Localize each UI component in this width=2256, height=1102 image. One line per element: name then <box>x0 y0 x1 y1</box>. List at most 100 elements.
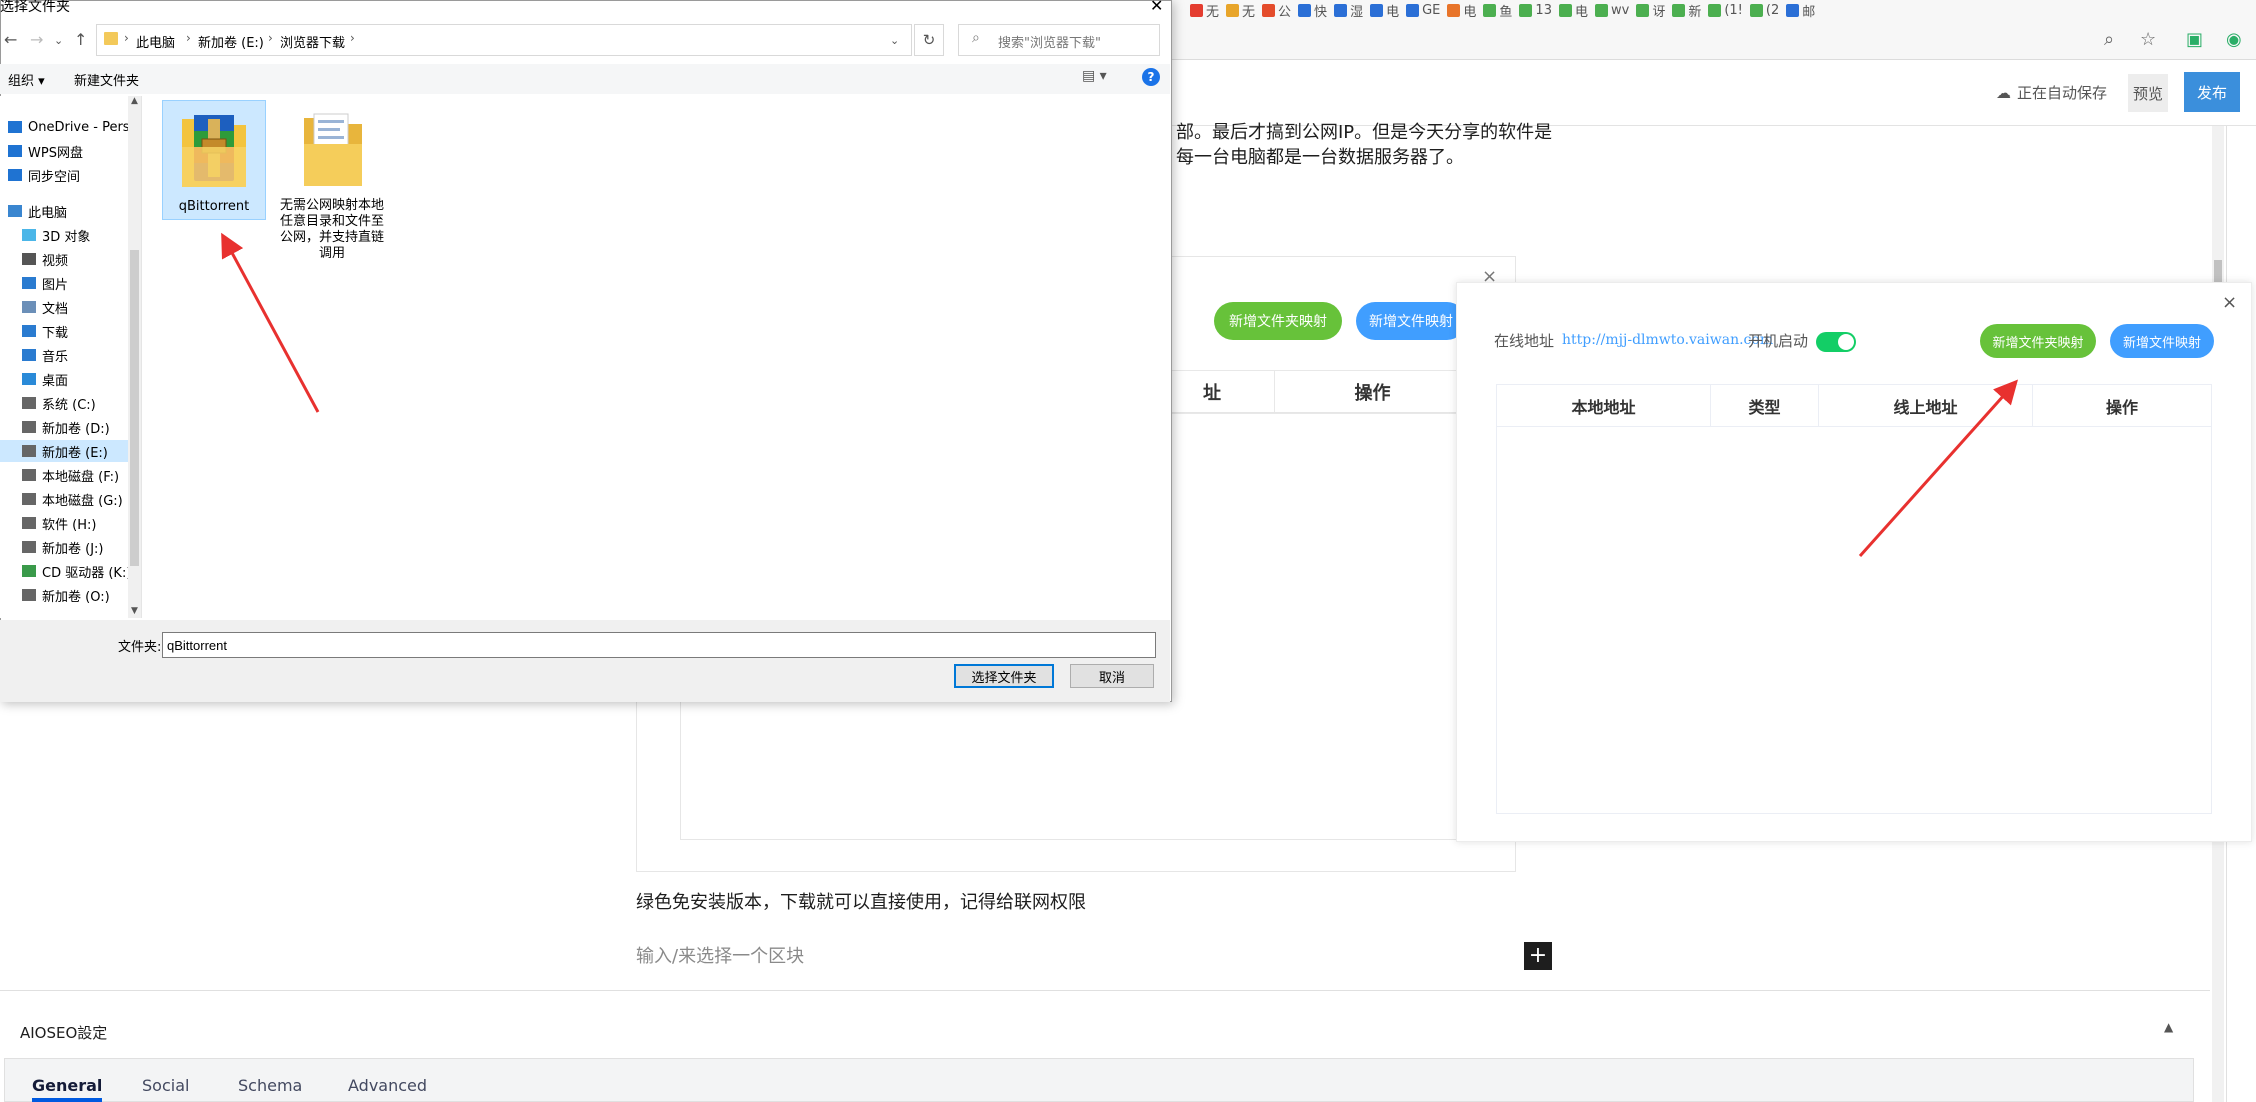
aioseo-title[interactable]: AIOSEO設定 <box>20 1022 107 1043</box>
nav-item-label: 图片 <box>42 277 69 293</box>
add-block-button[interactable]: + <box>1524 942 1552 970</box>
bookmark-item[interactable]: (1! <box>1708 3 1743 18</box>
video-icon <box>22 253 36 265</box>
nav-item[interactable]: 此电脑 <box>8 200 128 222</box>
nav-item-label: 同步空间 <box>28 169 81 185</box>
nav-item[interactable]: 本地磁盘 (G:) <box>22 488 142 510</box>
paragraph-line[interactable]: 每一台电脑都是一台数据服务器了。 <box>1176 143 1464 169</box>
nav-item-label: 下载 <box>42 325 69 341</box>
nav-item-label: 视频 <box>42 253 69 269</box>
nav-item[interactable]: 视频 <box>22 248 142 270</box>
cloud-icon: ☁ <box>1996 83 2011 102</box>
bookmark-favicon-icon <box>1786 3 1800 17</box>
select-folder-button[interactable]: 选择文件夹 <box>954 664 1054 688</box>
bookmark-item[interactable]: 无 <box>1226 1 1255 20</box>
organize-menu[interactable]: 组织 ▾ <box>8 70 45 89</box>
nav-item[interactable]: OneDrive - Perso <box>8 116 128 138</box>
paragraph[interactable]: 绿色免安装版本，下载就可以直接使用，记得给联网权限 <box>636 888 1086 914</box>
publish-button[interactable]: 发布 <box>2184 72 2240 112</box>
bookmark-item[interactable]: wv <box>1594 3 1629 18</box>
nav-item[interactable]: 3D 对象 <box>22 224 142 246</box>
bookmark-item[interactable]: 电 <box>1447 1 1476 20</box>
chevron-right-icon[interactable]: › <box>186 31 191 45</box>
nav-item[interactable]: 本地磁盘 (F:) <box>22 464 142 486</box>
nav-item[interactable]: WPS网盘 <box>8 140 128 162</box>
extension-icon[interactable]: ◉ <box>2226 30 2242 50</box>
bookmark-item[interactable]: 鱼 <box>1483 1 1512 20</box>
help-icon[interactable]: ? <box>1142 68 1160 86</box>
autostart-toggle[interactable] <box>1816 332 1856 352</box>
nav-item[interactable]: CD 驱动器 (K:) l <box>22 560 142 582</box>
close-icon[interactable]: ✕ <box>1150 0 1163 15</box>
scroll-up-icon[interactable]: ▲ <box>131 96 138 106</box>
bookmark-label: 电 <box>1574 4 1588 20</box>
bookmark-item[interactable]: 无 <box>1190 1 1219 20</box>
add-file-mapping-button[interactable]: 新增文件映射 <box>2110 324 2214 358</box>
nav-item-label: 软件 (H:) <box>42 517 97 533</box>
nav-item[interactable]: 新加卷 (D:) <box>22 416 142 438</box>
chevron-down-icon[interactable]: ⌄ <box>54 34 63 47</box>
online-address-link[interactable]: http://mjj-dlmwto.vaiwan.com <box>1562 332 1773 348</box>
close-icon[interactable]: × <box>2222 292 2237 313</box>
tab-advanced[interactable]: Advanced <box>348 1076 427 1095</box>
add-folder-mapping-button[interactable]: 新增文件夹映射 <box>1980 324 2096 358</box>
zoom-icon[interactable]: ⌕ <box>2104 30 2114 50</box>
bookmark-item[interactable]: 新 <box>1672 1 1701 20</box>
bookmark-item[interactable]: 公 <box>1262 1 1291 20</box>
nav-item[interactable]: 音乐 <box>22 344 142 366</box>
nav-item[interactable]: 文档 <box>22 296 142 318</box>
caret-up-icon[interactable]: ▲ <box>2164 1020 2173 1034</box>
refresh-icon[interactable]: ↻ <box>914 24 944 56</box>
nav-item[interactable]: 桌面 <box>22 368 142 390</box>
nav-item[interactable]: 图片 <box>22 272 142 294</box>
file-item-qbittorrent[interactable]: qBittorrent <box>162 100 266 220</box>
filename-input[interactable] <box>162 632 1156 658</box>
nav-item[interactable]: 新加卷 (E:) <box>0 440 128 462</box>
view-options-icon[interactable]: ▤ ▾ <box>1082 68 1107 84</box>
bookmark-item[interactable]: 13 <box>1519 3 1552 18</box>
bookmark-item[interactable]: (2 <box>1749 3 1779 18</box>
tab-schema[interactable]: Schema <box>238 1076 302 1095</box>
scroll-down-icon[interactable]: ▼ <box>131 606 138 616</box>
breadcrumb-downloads[interactable]: 浏览器下载 <box>280 32 345 51</box>
chevron-right-icon[interactable]: › <box>350 31 355 45</box>
preview-button[interactable]: 预览 <box>2128 74 2168 112</box>
chevron-right-icon[interactable]: › <box>124 31 129 45</box>
bookmark-favicon-icon <box>1636 3 1650 17</box>
sync-icon <box>8 169 22 181</box>
breadcrumb-drive-e[interactable]: 新加卷 (E:) <box>198 32 264 51</box>
back-icon[interactable]: ← <box>4 30 17 49</box>
file-item-folder[interactable]: 无需公网映射本地任意目录和文件至公网，并支持直链调用 <box>280 100 384 270</box>
dialog-toolbar <box>0 64 1170 94</box>
scrollbar-thumb[interactable] <box>2214 260 2222 282</box>
chevron-down-icon[interactable]: ⌄ <box>890 34 899 47</box>
wechat-icon[interactable]: ▣ <box>2186 30 2203 50</box>
bookmark-label: (1! <box>1724 2 1743 18</box>
block-input[interactable]: 输入/来选择一个区块 <box>636 942 804 968</box>
new-folder-button[interactable]: 新建文件夹 <box>74 70 139 89</box>
nav-item[interactable]: 同步空间 <box>8 164 128 186</box>
bookmark-item[interactable]: GE <box>1406 3 1440 18</box>
favorite-icon[interactable]: ☆ <box>2140 30 2156 50</box>
bookmark-item[interactable]: 电 <box>1370 1 1399 20</box>
chevron-right-icon[interactable]: › <box>268 31 273 45</box>
breadcrumb-this-pc[interactable]: 此电脑 <box>136 32 175 51</box>
up-icon[interactable]: ↑ <box>74 30 87 49</box>
bookmark-item[interactable]: 讶 <box>1636 1 1665 20</box>
bookmark-item[interactable]: 邮 <box>1786 1 1815 20</box>
nav-item[interactable]: 新加卷 (J:) <box>22 536 142 558</box>
nav-item[interactable]: 软件 (H:) <box>22 512 142 534</box>
scrollbar-thumb[interactable] <box>130 250 139 566</box>
bookmark-item[interactable]: 快 <box>1298 1 1327 20</box>
drive-icon <box>22 589 36 601</box>
forward-icon[interactable]: → <box>30 30 43 49</box>
bookmark-item[interactable]: 湿 <box>1334 1 1363 20</box>
tab-general[interactable]: General <box>32 1076 103 1102</box>
bookmark-item[interactable]: 电 <box>1558 1 1588 20</box>
cube-icon <box>22 229 36 241</box>
tab-social[interactable]: Social <box>142 1076 189 1095</box>
nav-item[interactable]: 新加卷 (O:) <box>22 584 142 606</box>
cancel-button[interactable]: 取消 <box>1070 664 1154 688</box>
nav-item[interactable]: 系统 (C:) <box>22 392 142 414</box>
nav-item[interactable]: 下载 <box>22 320 142 342</box>
